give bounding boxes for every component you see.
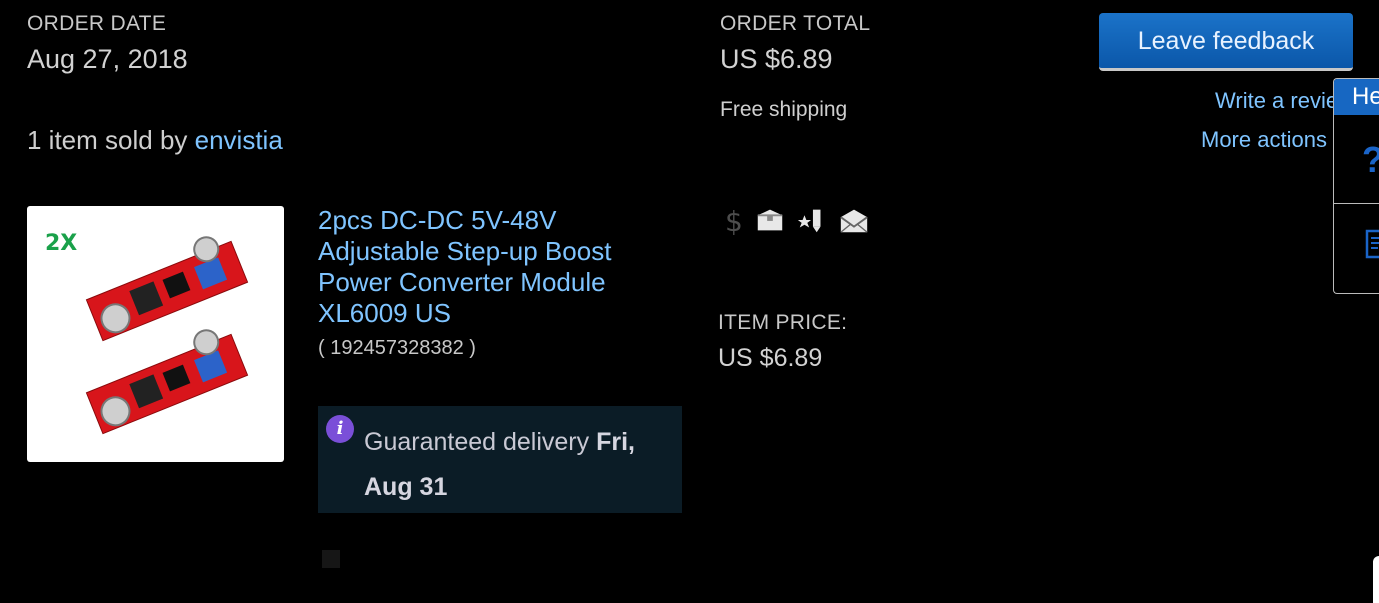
info-icon: i bbox=[326, 415, 354, 443]
item-price-value: US $6.89 bbox=[718, 344, 823, 372]
guaranteed-delivery-notice: i Guaranteed delivery Fri, Aug 31 bbox=[318, 406, 682, 513]
svg-text:$: $ bbox=[725, 205, 743, 237]
dollar-icon: $ bbox=[725, 205, 743, 237]
star-feedback-icon bbox=[797, 209, 821, 233]
help-panel-title[interactable]: Help bbox=[1334, 79, 1379, 115]
seller-link[interactable]: envistia bbox=[195, 125, 283, 155]
order-date-value: Aug 27, 2018 bbox=[27, 44, 188, 74]
shipping-info: Free shipping bbox=[720, 98, 848, 121]
sold-by-line: 1 item sold by envistia bbox=[27, 125, 283, 156]
faded-row bbox=[322, 548, 348, 571]
thumbnail-badge: 2X bbox=[45, 231, 77, 256]
item-thumbnail[interactable]: 2X bbox=[27, 206, 284, 462]
write-review-link[interactable]: Write a review bbox=[1215, 88, 1345, 114]
order-details-page: ORDER DATE Aug 27, 2018 ORDER TOTAL US $… bbox=[0, 0, 1379, 603]
item-price-label: ITEM PRICE: bbox=[718, 311, 848, 334]
item-number: ( 192457328382 ) bbox=[318, 337, 476, 359]
overlay-edge bbox=[1373, 556, 1379, 603]
help-divider bbox=[1334, 203, 1379, 204]
leave-feedback-button[interactable]: Leave feedback bbox=[1099, 13, 1353, 71]
order-total-label: ORDER TOTAL bbox=[720, 12, 871, 35]
more-actions-link[interactable]: More actions bbox=[1201, 127, 1327, 153]
item-title-link[interactable]: 2pcs DC-DC 5V-48V Adjustable Step-up Boo… bbox=[318, 205, 678, 329]
sold-by-prefix: 1 item sold by bbox=[27, 125, 195, 155]
document-icon[interactable] bbox=[1364, 229, 1379, 259]
help-panel[interactable]: Help ? bbox=[1333, 78, 1379, 294]
faded-checkbox-icon bbox=[322, 550, 340, 568]
order-total-value: US $6.89 bbox=[720, 44, 833, 74]
envelope-icon bbox=[840, 209, 868, 233]
delivery-prefix: Guaranteed delivery bbox=[364, 428, 597, 456]
product-image: 2X bbox=[45, 231, 249, 435]
order-date-label: ORDER DATE bbox=[27, 12, 167, 35]
question-icon[interactable]: ? bbox=[1362, 139, 1379, 181]
package-icon bbox=[757, 209, 783, 231]
delivery-text: Guaranteed delivery Fri, Aug 31 bbox=[364, 420, 674, 510]
